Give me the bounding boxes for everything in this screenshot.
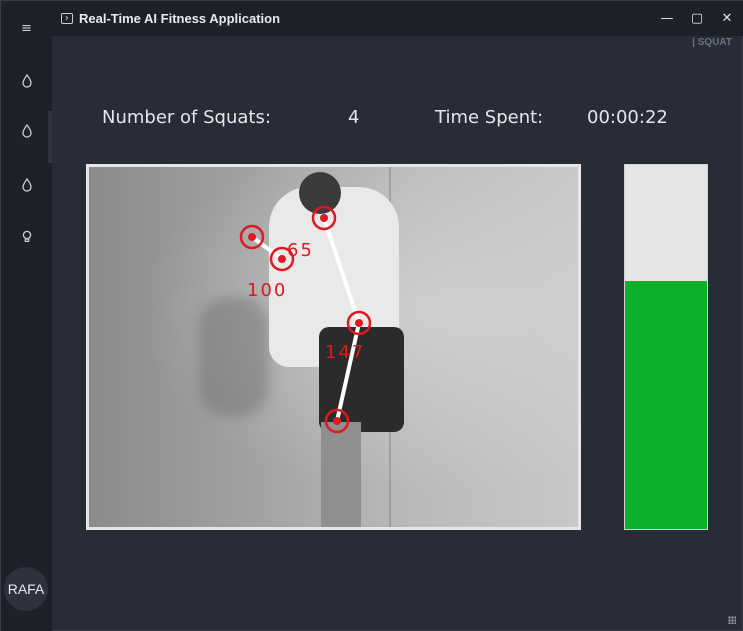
resize-grip[interactable] — [728, 616, 736, 624]
angle-label-shoulder: 100 — [247, 280, 287, 301]
window-controls: — ▢ ✕ — [658, 1, 736, 36]
angle-label-hip: 147 — [325, 342, 365, 363]
joint-shoulder — [311, 205, 337, 231]
joint-wrist — [239, 224, 265, 250]
drop-icon — [21, 178, 32, 192]
bone-torso — [322, 217, 361, 324]
sidebar-item-2[interactable] — [1, 111, 52, 163]
drop-icon — [21, 124, 32, 138]
sidebar-item-3[interactable] — [1, 165, 52, 205]
sidebar: ≡ RAFA — [1, 1, 52, 631]
time-spent-label: Time Spent: — [435, 107, 544, 128]
maximize-button[interactable]: ▢ — [688, 11, 706, 26]
squat-count-label: Number of Squats: — [102, 107, 271, 128]
pose-overlay: 65 100 147 — [239, 205, 372, 434]
close-button[interactable]: ✕ — [718, 11, 736, 26]
sidebar-item-1[interactable] — [1, 61, 52, 101]
section-tag: | SQUAT — [692, 37, 732, 48]
title-bar: Real-Time AI Fitness Application — ▢ ✕ — [52, 1, 743, 36]
squat-count-value: 4 — [348, 107, 360, 128]
app-window: ≡ RAFA Real-Time AI Fitness Application … — [0, 0, 743, 631]
drop-icon — [21, 74, 32, 88]
sidebar-item-4[interactable] — [1, 217, 52, 257]
bone-thigh — [335, 322, 361, 422]
terminal-icon — [61, 13, 73, 24]
bulb-icon — [22, 230, 31, 242]
angle-label-elbow: 65 — [287, 240, 314, 261]
squat-progress-bar — [624, 164, 708, 530]
window-title: Real-Time AI Fitness Application — [79, 11, 281, 26]
menu-icon[interactable]: ≡ — [1, 8, 52, 48]
camera-feed: 65 100 147 — [86, 164, 581, 530]
squat-progress-fill — [625, 281, 707, 529]
time-spent-value: 00:00:22 — [587, 107, 668, 128]
minimize-button[interactable]: — — [658, 11, 676, 26]
user-avatar[interactable]: RAFA — [4, 567, 48, 611]
